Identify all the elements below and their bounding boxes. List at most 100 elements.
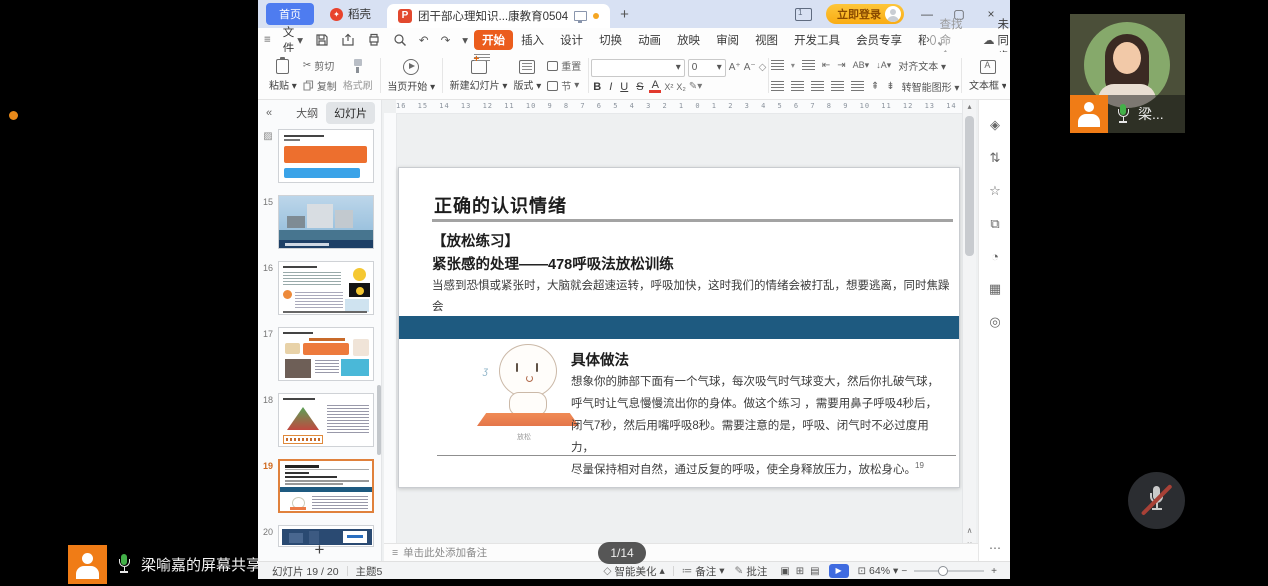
tab-slides[interactable]: 幻灯片 — [326, 102, 375, 124]
redo-button[interactable]: ↷ — [435, 33, 457, 47]
history-icon[interactable]: ◔ — [979, 249, 1010, 264]
add-slide-button[interactable]: + — [258, 540, 381, 560]
slide-thumbnail-17[interactable]: 17 — [258, 327, 381, 381]
divider-bar[interactable] — [399, 316, 959, 339]
slide-thumbnail-18[interactable]: 18 — [258, 393, 381, 447]
comments-button[interactable]: ✎ 批注 — [735, 564, 768, 579]
ribbon-tab-insert[interactable]: 插入 — [513, 30, 552, 50]
ribbon-tab-review[interactable]: 审阅 — [708, 30, 747, 50]
paragraph-spacing2-button[interactable]: ⇟ — [886, 81, 894, 92]
ribbon-tab-animations[interactable]: 动画 — [630, 30, 669, 50]
print-preview-button[interactable] — [387, 33, 413, 47]
bullet-list-button[interactable] — [771, 60, 784, 70]
align-center-button[interactable] — [791, 81, 804, 91]
format-painter-button[interactable]: 格式刷 — [343, 59, 373, 92]
increase-indent-button[interactable]: ⇥ — [837, 60, 845, 71]
ribbon-tab-transitions[interactable]: 切换 — [591, 30, 630, 50]
font-color-button[interactable]: A — [649, 81, 661, 93]
slide-title[interactable]: 正确的认识情绪 — [434, 192, 567, 218]
cut-button[interactable]: ✂剪切 — [303, 58, 337, 73]
undo-button[interactable]: ↶ — [413, 33, 435, 47]
ribbon-tab-docer-resources[interactable]: 稻壳资源 — [910, 30, 926, 50]
mute-button[interactable] — [1128, 472, 1185, 529]
section-button[interactable]: 节 ▾ — [547, 78, 581, 93]
device-switch-icon[interactable] — [795, 8, 812, 21]
collapse-panel-button[interactable]: « — [258, 107, 280, 119]
zoom-in-button[interactable]: + — [988, 566, 1000, 577]
decrease-font-button[interactable]: A⁻ — [744, 62, 756, 73]
text-box-button[interactable]: 文本框 ▾ — [969, 60, 1006, 92]
reading-view-button[interactable]: ▤ — [807, 566, 822, 577]
login-button[interactable]: 立即登录 — [826, 4, 904, 24]
ai-assistant-icon[interactable]: ◈ — [979, 117, 1010, 133]
home-tab-button[interactable]: 首页 — [266, 3, 314, 25]
resources-icon[interactable]: ◎ — [979, 314, 1010, 330]
clear-format-button[interactable]: ◇ — [759, 62, 767, 73]
smart-graphic-button[interactable]: 转智能图形 ▾ — [902, 79, 960, 94]
previous-slide-button[interactable]: ∧ — [963, 526, 976, 535]
ribbon-tab-member[interactable]: 会员专享 — [848, 30, 910, 50]
hamburger-icon[interactable]: ≡ — [258, 34, 277, 46]
play-from-current-button[interactable]: 当页开始 ▾ — [387, 59, 435, 93]
bold-button[interactable]: B — [591, 81, 604, 93]
decrease-indent-button[interactable]: ⇤ — [822, 60, 830, 71]
italic-button[interactable]: I — [607, 81, 615, 93]
slide-thumbnail-15[interactable]: 15 — [258, 195, 381, 249]
participant-video-tile[interactable]: 梁... — [1070, 14, 1185, 133]
export-button[interactable] — [335, 33, 361, 47]
slide-subtitle[interactable]: 紧张感的处理——478呼吸法放松训练 — [432, 253, 674, 274]
slide-thumbnail-16[interactable]: 16 — [258, 261, 381, 315]
paste-button[interactable]: 粘贴 ▾ — [269, 59, 297, 92]
notes-toggle-button[interactable]: ≔ 备注 ▾ — [682, 564, 725, 579]
line-spacing-button[interactable]: ↓A▾ — [876, 60, 891, 71]
copy-button[interactable]: 复制 — [303, 78, 337, 93]
practice-label[interactable]: 【放松练习】 — [432, 230, 519, 251]
image-tools-icon[interactable]: ▦ — [979, 281, 1010, 297]
reset-button[interactable]: 重置 — [547, 58, 581, 73]
docer-tab[interactable]: ✦ 稻壳 — [314, 0, 387, 28]
selection-pane-icon[interactable]: ⧉ — [979, 216, 1010, 232]
editor-scrollbar[interactable]: ▴ ∧ ∨ ▾ — [962, 100, 976, 561]
align-text-button[interactable]: 对齐文本 ▾ — [898, 58, 946, 73]
effects-icon[interactable]: ☆ — [979, 183, 1010, 199]
method-heading[interactable]: 具体做法 — [571, 349, 629, 370]
ribbon-tab-home[interactable]: 开始 — [474, 30, 513, 50]
align-left-button[interactable] — [771, 81, 784, 91]
numbered-list-button[interactable] — [802, 60, 815, 70]
print-button[interactable] — [361, 33, 387, 47]
justify-button[interactable] — [831, 81, 844, 91]
scrollbar-thumb[interactable] — [965, 116, 974, 256]
quick-access-more-icon[interactable]: ▾ — [456, 33, 474, 47]
save-button[interactable] — [309, 33, 335, 47]
slide-thumbnail-19-selected[interactable]: 19 — [258, 459, 381, 513]
zoom-slider-knob[interactable] — [938, 566, 948, 576]
slide-sorter-view-button[interactable]: ⊞ — [793, 566, 807, 577]
ribbon-tab-devtools[interactable]: 开发工具 — [786, 30, 848, 50]
panel-scrollbar[interactable] — [377, 385, 381, 455]
increase-font-button[interactable]: A⁺ — [729, 62, 741, 73]
method-text[interactable]: 想象你的肺部下面有一个气球，每次吸气时气球变大，然后你扎破气球， 呼气时让气息慢… — [571, 371, 943, 481]
strikethrough-button[interactable]: S — [634, 81, 646, 93]
tab-outline[interactable]: 大纲 — [288, 102, 326, 124]
ribbon-tab-slideshow[interactable]: 放映 — [669, 30, 708, 50]
notes-bar[interactable]: ≡ 单击此处添加备注 — [384, 543, 978, 561]
ribbon-tab-view[interactable]: 视图 — [747, 30, 786, 50]
superscript-button[interactable]: X² — [664, 82, 673, 92]
normal-view-button[interactable]: ▣ — [777, 566, 792, 577]
subscript-button[interactable]: X₂ — [676, 82, 686, 92]
layout-button[interactable]: 版式 ▾ — [513, 60, 541, 92]
zoom-out-button[interactable]: − — [898, 566, 910, 577]
zoom-slider[interactable] — [914, 570, 984, 572]
align-right-button[interactable] — [811, 81, 824, 91]
object-properties-icon[interactable]: ⇅ — [979, 150, 1010, 166]
font-size-select[interactable]: 0▾ — [688, 59, 726, 77]
zoom-level[interactable]: 64% ▾ — [869, 565, 898, 577]
underline-button[interactable]: U — [618, 81, 631, 93]
text-direction-button[interactable]: AB▾ — [853, 60, 870, 71]
paragraph-spacing-button[interactable]: ⇞ — [871, 81, 879, 92]
ribbon-tab-design[interactable]: 设计 — [552, 30, 591, 50]
font-name-select[interactable]: ▾ — [591, 59, 685, 77]
distribute-button[interactable] — [851, 81, 864, 91]
fit-to-window-button[interactable]: ⊡ — [855, 566, 869, 577]
scroll-up-icon[interactable]: ▴ — [963, 100, 976, 111]
